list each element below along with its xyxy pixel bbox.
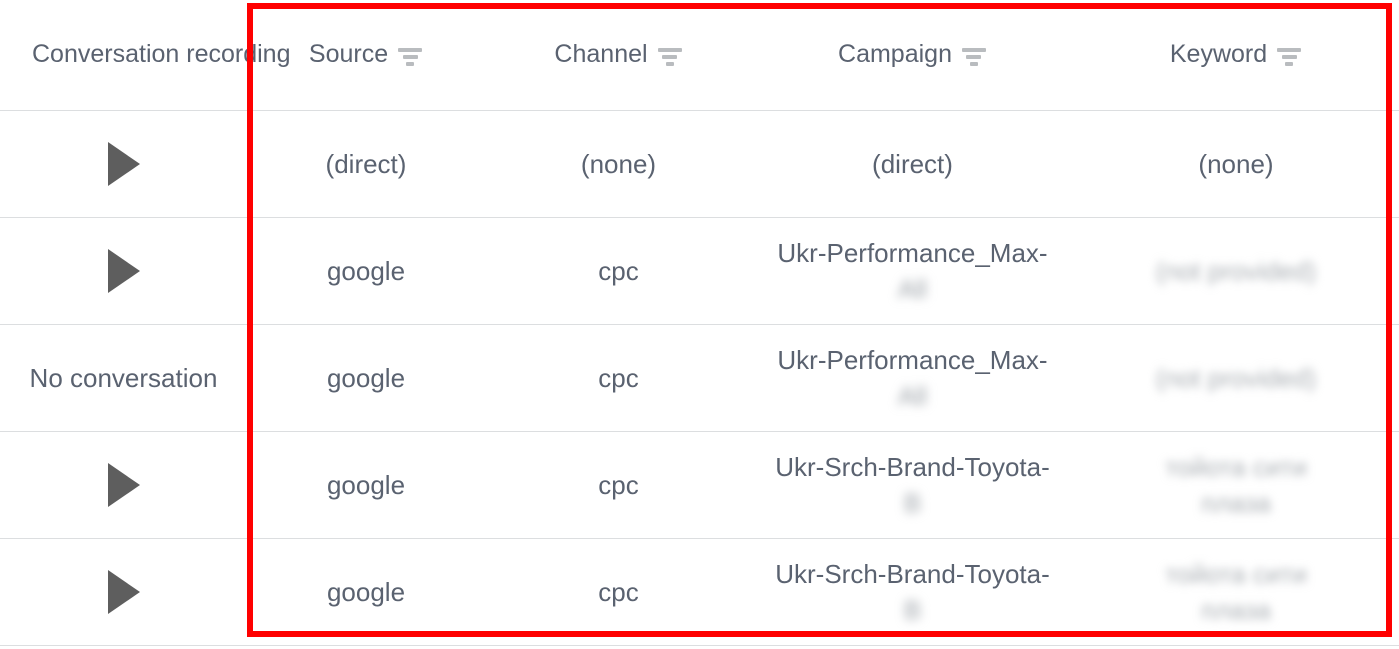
source-value: google [326, 255, 406, 286]
cell-campaign: Ukr-Srch-Brand-Toyota- B [752, 538, 1073, 646]
cell-channel: cpc [485, 538, 752, 646]
cell-campaign: Ukr-Srch-Brand-Toyota- B [752, 431, 1073, 539]
campaign-value-line1: Ukr-Srch-Brand-Toyota- [775, 451, 1050, 482]
table-body: (direct) (none) (direct) (none) google c… [0, 110, 1399, 646]
campaign-value: Ukr-Srch-Brand-Toyota- B [752, 449, 1073, 521]
cell-source: google [247, 538, 485, 646]
cell-keyword: (not provided) [1073, 217, 1399, 325]
cell-source: (direct) [247, 110, 485, 218]
source-value: google [326, 469, 406, 500]
channel-value: cpc [598, 469, 639, 500]
table-row: google cpc Ukr-Srch-Brand-Toyota- B тойо… [0, 431, 1399, 539]
cell-source: google [247, 431, 485, 539]
channel-value: cpc [598, 362, 639, 393]
filter-funnel-icon-source[interactable] [397, 47, 423, 66]
table-row: google cpc Ukr-Srch-Brand-Toyota- B тойо… [0, 538, 1399, 646]
play-triangle-icon[interactable] [107, 248, 140, 293]
filter-funnel-icon-campaign[interactable] [961, 47, 987, 66]
conversations-table: Conversation recording Source Channel Ca… [0, 0, 1399, 646]
table-row: (direct) (none) (direct) (none) [0, 110, 1399, 218]
filter-funnel-icon-channel[interactable] [657, 47, 683, 66]
cell-recording [0, 110, 247, 218]
column-header-source-label: Source [308, 40, 389, 69]
cell-recording [0, 431, 247, 539]
cell-channel: cpc [485, 324, 752, 432]
campaign-value-line1: Ukr-Performance_Max- [777, 344, 1048, 375]
campaign-value-line2-redacted: B [903, 487, 922, 518]
cell-source: google [247, 324, 485, 432]
keyword-value: тойота сити плаза [1073, 556, 1399, 628]
table-row: google cpc Ukr-Performance_Max- All (not… [0, 217, 1399, 325]
keyword-value: (none) [1198, 148, 1274, 179]
play-triangle-icon[interactable] [107, 141, 140, 186]
column-header-recording: Conversation recording [0, 0, 290, 111]
campaign-value-line2-redacted: B [903, 594, 922, 625]
table-header: Conversation recording Source Channel Ca… [0, 0, 1399, 111]
source-value: google [326, 576, 406, 607]
column-header-keyword-label: Keyword [1169, 40, 1268, 69]
channel-value: (none) [580, 148, 657, 179]
campaign-value: Ukr-Performance_Max- All [752, 342, 1073, 414]
channel-value: cpc [598, 255, 639, 286]
campaign-value: Ukr-Performance_Max- All [752, 235, 1073, 307]
column-header-campaign[interactable]: Campaign [752, 0, 1073, 111]
play-triangle-icon[interactable] [107, 462, 140, 507]
campaign-value-line2-redacted: All [898, 380, 927, 411]
column-header-channel[interactable]: Channel [485, 0, 752, 111]
cell-channel: cpc [485, 431, 752, 539]
campaign-value-line1: Ukr-Srch-Brand-Toyota- [775, 558, 1050, 589]
filter-funnel-icon-keyword[interactable] [1276, 47, 1302, 66]
cell-keyword: тойота сити плаза [1073, 431, 1399, 539]
keyword-value-redacted: тойота сити [1165, 451, 1307, 482]
keyword-value: тойота сити плаза [1073, 449, 1399, 521]
source-value: google [326, 362, 406, 393]
source-value: (direct) [325, 148, 407, 179]
keyword-value-line2-redacted: плаза [1201, 487, 1271, 518]
cell-keyword: (not provided) [1073, 324, 1399, 432]
keyword-value-redacted: тойота сити [1165, 558, 1307, 589]
column-header-channel-label: Channel [554, 40, 648, 69]
column-header-campaign-label: Campaign [838, 40, 952, 69]
column-header-recording-label: Conversation recording [32, 40, 291, 69]
no-conversation-label: No conversation [29, 362, 218, 393]
keyword-value: (not provided) [1073, 254, 1399, 288]
cell-channel: cpc [485, 217, 752, 325]
analytics-table-screen: Conversation recording Source Channel Ca… [0, 0, 1399, 649]
channel-value: cpc [598, 576, 639, 607]
column-header-keyword[interactable]: Keyword [1073, 0, 1399, 111]
keyword-value-line2-redacted: плаза [1201, 594, 1271, 625]
campaign-value: Ukr-Srch-Brand-Toyota- B [752, 556, 1073, 628]
campaign-value: (direct) [872, 148, 953, 179]
play-triangle-icon[interactable] [107, 569, 140, 614]
cell-keyword: (none) [1073, 110, 1399, 218]
cell-campaign: (direct) [752, 110, 1073, 218]
campaign-value-line2-redacted: All [898, 273, 927, 304]
cell-campaign: Ukr-Performance_Max- All [752, 217, 1073, 325]
keyword-value-redacted: (not provided) [1155, 255, 1317, 286]
cell-channel: (none) [485, 110, 752, 218]
keyword-value-redacted: (not provided) [1155, 362, 1317, 393]
cell-recording [0, 538, 247, 646]
cell-keyword: тойота сити плаза [1073, 538, 1399, 646]
table-header-row: Conversation recording Source Channel Ca… [0, 0, 1399, 111]
cell-campaign: Ukr-Performance_Max- All [752, 324, 1073, 432]
campaign-value-line1: Ukr-Performance_Max- [777, 237, 1048, 268]
keyword-value: (not provided) [1073, 361, 1399, 395]
table-row: No conversation google cpc Ukr-Performan… [0, 324, 1399, 432]
cell-recording: No conversation [0, 324, 247, 432]
cell-recording [0, 217, 247, 325]
cell-source: google [247, 217, 485, 325]
